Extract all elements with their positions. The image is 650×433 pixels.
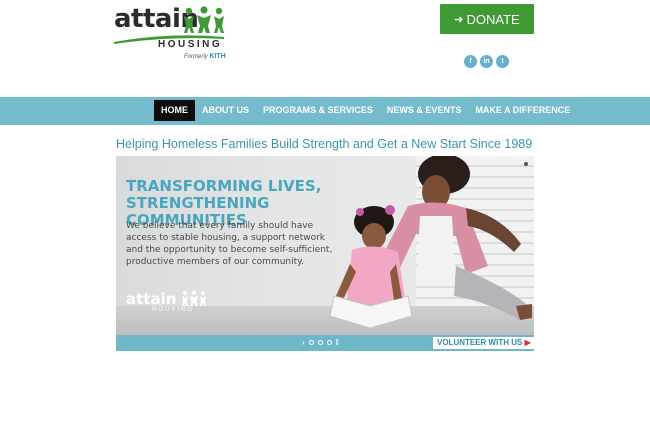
slider-control-bar: › ‖ VOLUNTEER WITH US ▶ [116, 335, 534, 351]
main-navbar: HOME ABOUT US PROGRAMS & SERVICES NEWS &… [0, 97, 650, 125]
people-logo-icon [181, 290, 206, 306]
chevron-right-icon[interactable]: › [302, 338, 305, 347]
volunteer-button[interactable]: VOLUNTEER WITH US ▶ [433, 337, 534, 349]
hero-slider: TRANSFORMING LIVES, STRENGTHENING COMMUN… [116, 156, 534, 351]
main-nav: HOME ABOUT US PROGRAMS & SERVICES NEWS &… [154, 100, 577, 121]
slider-dot[interactable] [326, 340, 332, 345]
nav-item-home[interactable]: HOME [154, 100, 195, 121]
slide-indicator-dot [524, 162, 528, 166]
slider-dot[interactable] [317, 340, 323, 345]
twitter-icon[interactable]: t [496, 55, 509, 68]
triangle-right-icon: ▶ [524, 338, 531, 347]
page-tagline: Helping Homeless Families Build Strength… [116, 137, 533, 151]
banner-logo-word: attain [126, 290, 177, 308]
banner-logo-housing: HOUSING [152, 307, 195, 313]
donate-button[interactable]: ➜ DONATE [440, 4, 534, 34]
slider-pager: › ‖ [302, 338, 339, 347]
donate-label: DONATE [466, 11, 520, 27]
people-logo-icon [184, 6, 224, 33]
nav-item-programs-services[interactable]: PROGRAMS & SERVICES [256, 100, 380, 121]
logo-housing: HOUSING [158, 39, 223, 50]
volunteer-label: VOLUNTEER WITH US [437, 338, 523, 347]
nav-item-make-a-difference[interactable]: MAKE A DIFFERENCE [468, 100, 577, 121]
logo-formerly-name: KITH [209, 53, 226, 60]
nav-item-about-us[interactable]: ABOUT US [195, 100, 256, 121]
pause-icon[interactable]: ‖ [336, 338, 339, 347]
banner-body-text: We believe that every family should have… [126, 221, 333, 267]
logo-formerly: Formerly KITH [184, 53, 226, 60]
social-links: f in t [464, 55, 509, 68]
nav-item-news-events[interactable]: NEWS & EVENTS [380, 100, 469, 121]
logo[interactable]: attain HOUSING Formerly KITH [114, 4, 229, 62]
banner-logo: attain HOUSING [126, 290, 207, 313]
banner-title-line-1: TRANSFORMING LIVES, [126, 177, 322, 195]
slider-dot[interactable] [308, 340, 314, 345]
facebook-icon[interactable]: f [464, 55, 477, 68]
arrow-right-icon: ➜ [454, 13, 464, 26]
linkedin-icon[interactable]: in [480, 55, 493, 68]
